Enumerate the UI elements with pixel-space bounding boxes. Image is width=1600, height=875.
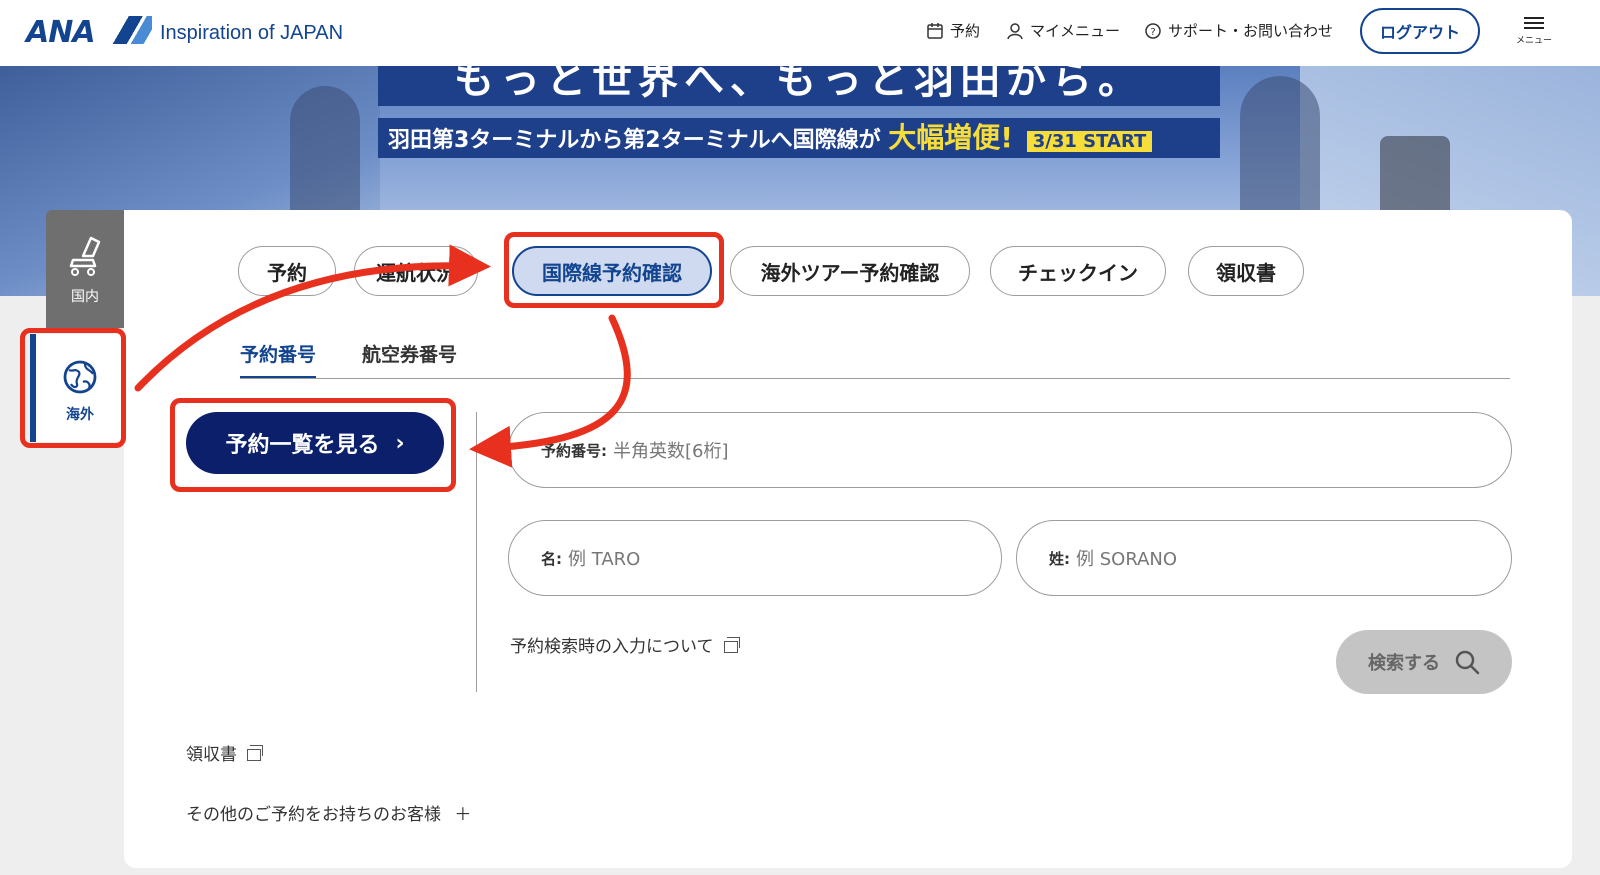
other-reservations-link[interactable]: その他のご予約をお持ちのお客様 ＋ <box>186 800 471 825</box>
menu-label: メニュー <box>1515 36 1552 46</box>
reservation-number-placeholder: 半角英数[6桁] <box>613 441 729 462</box>
hamburger-icon <box>1524 17 1544 19</box>
first-name-field[interactable]: 名: 例 TARO <box>508 520 1002 596</box>
subtab-ticket-number[interactable]: 航空券番号 <box>362 340 457 376</box>
seat-icon <box>69 236 101 276</box>
nav-support[interactable]: ? サポート・お問い合わせ <box>1144 20 1333 41</box>
side-tab-domestic[interactable]: 国内 <box>46 210 124 328</box>
nav-support-label: サポート・お問い合わせ <box>1168 22 1334 40</box>
calendar-icon <box>927 22 943 39</box>
reservation-number-label: 予約番号: <box>541 441 607 460</box>
search-button-label: 検索する <box>1368 653 1440 674</box>
vertical-divider <box>476 412 477 692</box>
banner-start-badge: 3/31 START <box>1026 131 1153 152</box>
receipt-link-label: 領収書 <box>186 745 237 765</box>
side-tab-domestic-label: 国内 <box>71 289 99 305</box>
external-window-icon <box>723 637 740 653</box>
tab-flight-status[interactable]: 運航状況 <box>354 246 478 296</box>
banner-subline: 羽田第3ターミナルから第2ターミナルへ国際線が 大幅増便! 3/31 START <box>378 118 1220 158</box>
banner-sub-highlight: 大幅増便! <box>888 121 1014 154</box>
ana-logo[interactable]: ANA <box>26 14 152 50</box>
site-header: ANA Inspiration of JAPAN 予約 マイメニュー ? サポー… <box>0 0 1600 66</box>
search-icon <box>1455 650 1480 675</box>
annotation-box-intl-check-tab <box>504 232 724 308</box>
logo-wordmark: ANA <box>26 14 96 50</box>
input-help-label: 予約検索時の入力について <box>510 637 714 657</box>
input-help-link[interactable]: 予約検索時の入力について <box>510 632 740 657</box>
first-name-placeholder: 例 TARO <box>568 549 641 570</box>
last-name-label: 姓: <box>1049 549 1070 568</box>
nav-reservation[interactable]: 予約 <box>926 20 980 41</box>
hamburger-menu-button[interactable]: メニュー <box>1512 14 1556 54</box>
first-name-label: 名: <box>541 549 562 568</box>
tab-receipt[interactable]: 領収書 <box>1188 246 1304 296</box>
annotation-box-view-list <box>170 398 456 492</box>
logout-button[interactable]: ログアウト <box>1360 8 1480 54</box>
nav-my-menu-label: マイメニュー <box>1030 22 1121 40</box>
annotation-box-intl-tab <box>20 328 126 448</box>
banner-headline: もっと世界へ、もっと羽田から。 <box>378 66 1220 106</box>
external-window-icon <box>247 745 263 761</box>
last-name-field[interactable]: 姓: 例 SORANO <box>1016 520 1512 596</box>
logo-tagline: Inspiration of JAPAN <box>160 22 344 44</box>
reservation-number-field[interactable]: 予約番号: 半角英数[6桁] <box>508 412 1512 488</box>
tab-reservation[interactable]: 予約 <box>238 246 336 296</box>
hamburger-icon-bar <box>1524 27 1544 29</box>
other-reservations-label: その他のご予約をお持ちのお客様 <box>186 805 441 825</box>
user-icon <box>1007 22 1023 39</box>
last-name-placeholder: 例 SORANO <box>1076 549 1178 570</box>
search-button[interactable]: 検索する <box>1336 630 1512 694</box>
receipt-link[interactable]: 領収書 <box>186 740 263 765</box>
tab-check-in[interactable]: チェックイン <box>990 246 1166 296</box>
tab-overseas-tour-check[interactable]: 海外ツアー予約確認 <box>730 246 970 296</box>
help-icon: ? <box>1145 22 1161 39</box>
banner-sub-text: 羽田第3ターミナルから第2ターミナルへ国際線が <box>388 128 881 153</box>
nav-my-menu[interactable]: マイメニュー <box>1006 20 1120 41</box>
subtab-reservation-number[interactable]: 予約番号 <box>240 340 317 379</box>
nav-reservation-label: 予約 <box>950 22 981 40</box>
svg-text:?: ? <box>1150 27 1155 38</box>
subtab-divider <box>240 378 1510 379</box>
logo-slash-mark <box>112 16 152 44</box>
plus-icon: ＋ <box>454 805 472 825</box>
hamburger-icon-bar <box>1524 22 1544 24</box>
